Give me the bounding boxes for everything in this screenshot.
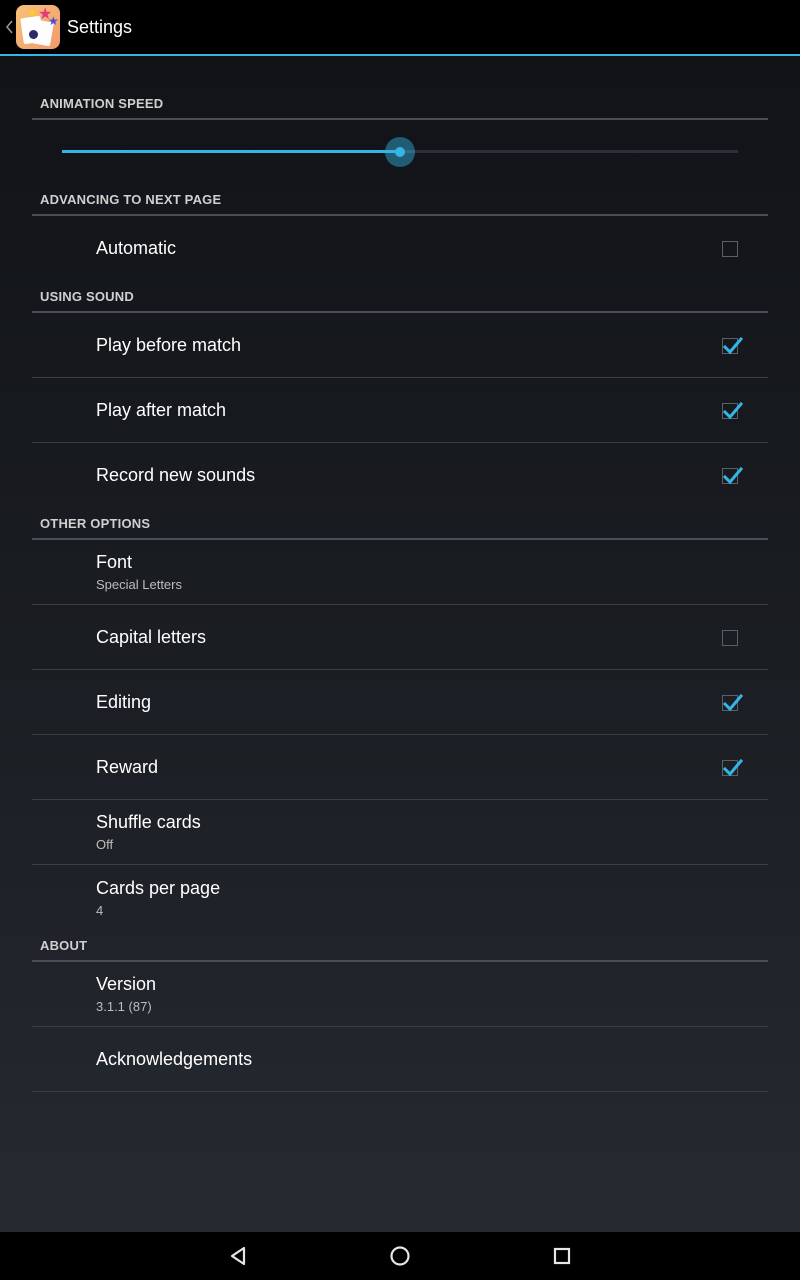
play-before-match-checkbox[interactable] — [722, 336, 744, 355]
pref-automatic[interactable]: Automatic — [32, 216, 768, 281]
checkmark-icon — [722, 401, 744, 420]
pref-acknowledgements[interactable]: Acknowledgements — [32, 1027, 768, 1092]
back-triangle-icon[interactable] — [222, 1240, 254, 1272]
pref-title: Version — [96, 974, 157, 994]
home-circle-icon[interactable] — [384, 1240, 416, 1272]
checkmark-icon — [722, 693, 744, 712]
pref-font[interactable]: Font Special Letters — [32, 540, 768, 605]
pref-version[interactable]: Version 3.1.1 (87) — [32, 962, 768, 1027]
pref-title: Editing — [96, 691, 152, 712]
app-logo-icon[interactable]: ★ ★ ★ — [16, 5, 60, 49]
navigation-bar — [0, 1232, 800, 1280]
category-using-sound: USING SOUND — [32, 281, 768, 313]
pref-summary: Off — [96, 837, 114, 852]
capital-letters-checkbox[interactable] — [722, 630, 738, 646]
page-title: Settings — [67, 16, 133, 37]
pref-summary: Special Letters — [96, 577, 182, 592]
record-new-sounds-checkbox[interactable] — [722, 466, 744, 485]
pref-summary: 3.1.1 (87) — [96, 999, 152, 1014]
settings-list: ANIMATION SPEED ADVANCING TO NEXT PAGE A… — [32, 88, 768, 1092]
category-animation-speed: ANIMATION SPEED — [32, 88, 768, 120]
reward-checkbox[interactable] — [722, 758, 744, 777]
pref-title: Play after match — [96, 399, 227, 420]
pref-play-before-match[interactable]: Play before match — [32, 313, 768, 378]
pref-editing[interactable]: Editing — [32, 670, 768, 735]
pref-title: Font — [96, 552, 133, 572]
pref-title: Play before match — [96, 334, 242, 355]
pref-title: Cards per page — [96, 877, 221, 898]
pref-title: Automatic — [96, 238, 177, 258]
pref-play-after-match[interactable]: Play after match — [32, 378, 768, 443]
play-after-match-checkbox[interactable] — [722, 401, 744, 420]
checkmark-icon — [722, 466, 744, 485]
action-bar: ★ ★ ★ Settings — [0, 0, 800, 56]
recents-square-icon[interactable] — [546, 1240, 578, 1272]
pref-title: Capital letters — [96, 626, 207, 647]
automatic-checkbox[interactable] — [722, 241, 738, 257]
pref-title: Record new sounds — [96, 465, 256, 485]
chevron-left-icon[interactable] — [2, 0, 16, 55]
checkmark-icon — [722, 336, 744, 355]
pref-cards-per-page[interactable]: Cards per page 4 — [32, 865, 768, 930]
pref-capital-letters[interactable]: Capital letters — [32, 605, 768, 670]
category-about: ABOUT — [32, 930, 768, 962]
category-other-options: OTHER OPTIONS — [32, 508, 768, 540]
pref-shuffle-cards[interactable]: Shuffle cards Off — [32, 800, 768, 865]
editing-checkbox[interactable] — [722, 693, 744, 712]
pref-record-new-sounds[interactable]: Record new sounds — [32, 443, 768, 508]
category-advancing: ADVANCING TO NEXT PAGE — [32, 184, 768, 216]
slider-thumb[interactable] — [385, 137, 415, 167]
pref-title: Shuffle cards — [96, 812, 201, 832]
pref-title: Acknowledgements — [96, 1048, 253, 1069]
slider-fill — [62, 150, 400, 153]
pref-summary: 4 — [96, 902, 104, 918]
animation-speed-slider[interactable] — [32, 120, 768, 184]
pref-title: Reward — [96, 756, 159, 777]
checkmark-icon — [722, 758, 744, 777]
pref-reward[interactable]: Reward — [32, 735, 768, 800]
